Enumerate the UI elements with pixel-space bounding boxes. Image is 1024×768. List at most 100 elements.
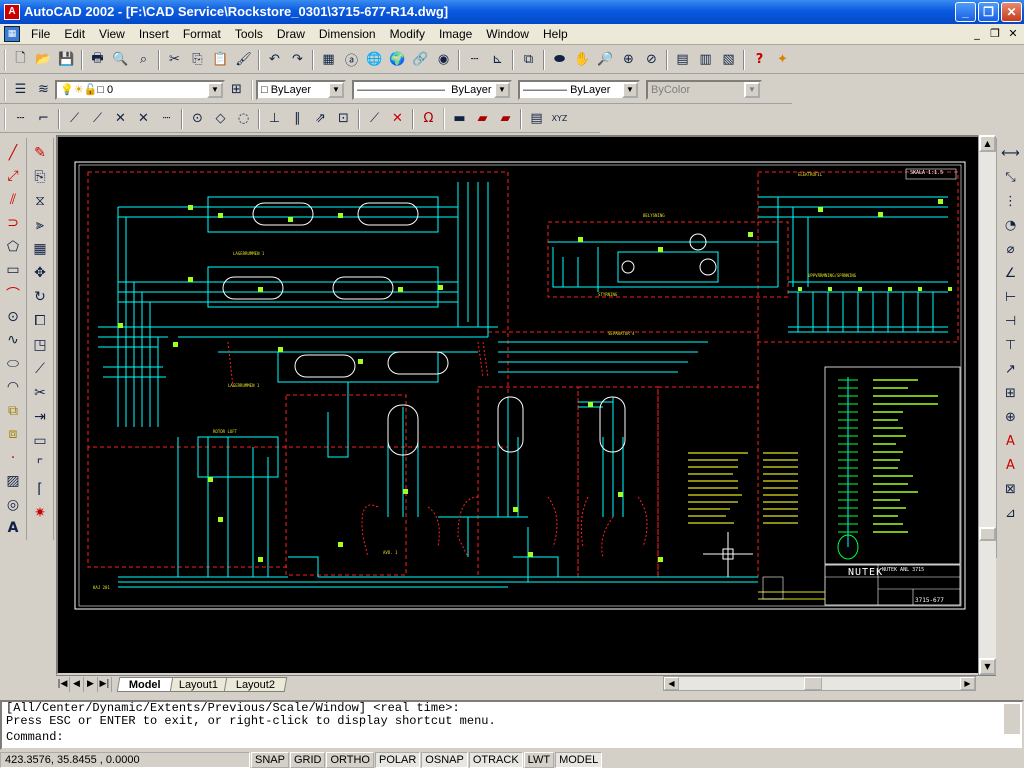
restore-button[interactable]: ❐ [978, 2, 999, 22]
menu-edit[interactable]: Edit [57, 24, 92, 45]
id-point-icon[interactable]: XYZ [548, 108, 571, 130]
stretch-icon[interactable]: ◳ [28, 333, 52, 357]
copy-icon[interactable]: ⎘ [186, 49, 209, 71]
chevron-down-icon[interactable]: ▼ [622, 81, 638, 98]
snap-insert-icon[interactable]: ⇗ [309, 108, 332, 130]
polygon-icon[interactable]: ⬠ [1, 235, 25, 258]
dim-update-icon[interactable]: ⊠ [999, 477, 1023, 501]
trim-icon[interactable]: ✂ [28, 381, 52, 405]
model-space-canvas[interactable]: NUTEK NUTEK ANL 3715 3715-677 SKALA 1:1.… [56, 135, 996, 675]
ortho-toggle[interactable]: ORTHO [326, 752, 374, 768]
snap-extension-icon[interactable]: ┈ [155, 108, 178, 130]
tab-layout1[interactable]: Layout1 [166, 676, 231, 692]
snap-intersection-icon[interactable]: ✕ [109, 108, 132, 130]
meet-now-icon[interactable]: ◉ [432, 49, 455, 71]
properties-icon[interactable]: ▤ [671, 49, 694, 71]
cut-icon[interactable]: ✂ [163, 49, 186, 71]
autocad-app-icon[interactable]: A [4, 4, 20, 20]
tab-layout2[interactable]: Layout2 [223, 676, 288, 692]
model-toggle[interactable]: MODEL [555, 752, 603, 768]
menu-window[interactable]: Window [479, 24, 536, 45]
angular-dim-icon[interactable]: ∠ [999, 261, 1023, 285]
print-icon[interactable]: 🖶 [86, 49, 109, 71]
lineweight-dropdown[interactable]: ———— ByLayer ▼ [518, 79, 640, 100]
snap-none-icon[interactable]: ✕ [386, 108, 409, 130]
horizontal-scrollbar[interactable]: ◀ ▶ [663, 676, 976, 691]
vertical-scrollbar[interactable]: ▲ ▼ [978, 135, 996, 675]
paste-icon[interactable]: 📋 [209, 49, 232, 71]
make-block-icon[interactable]: ⧈ [1, 423, 25, 446]
scroll-left-icon[interactable]: ◀ [664, 677, 679, 690]
otrack-toggle[interactable]: OTRACK [468, 752, 523, 768]
mdi-minimize-button[interactable]: _ [970, 27, 984, 41]
previous-layer-icon[interactable]: ⊞ [225, 79, 248, 101]
hyperlink-icon[interactable]: 🔗 [409, 49, 432, 71]
tracking-icon[interactable]: ┄ [463, 49, 486, 71]
polar-toggle[interactable]: POLAR [375, 752, 421, 768]
ucs-icon[interactable]: ⊾ [486, 49, 509, 71]
next-tab-icon[interactable]: ▶ [84, 676, 98, 692]
menu-file[interactable]: File [24, 24, 57, 45]
snap-quadrant-icon[interactable]: ◇ [209, 108, 232, 130]
circle-icon[interactable]: ⊙ [1, 305, 25, 328]
scroll-right-icon[interactable]: ▶ [960, 677, 975, 690]
menu-dimension[interactable]: Dimension [312, 24, 383, 45]
mdi-restore-button[interactable]: ❐ [988, 27, 1002, 41]
explode-icon[interactable]: ✷ [28, 501, 52, 525]
diameter-dim-icon[interactable]: ⌀ [999, 237, 1023, 261]
horizontal-scroll-thumb[interactable] [804, 677, 822, 690]
rotate-icon[interactable]: ↻ [28, 285, 52, 309]
open-icon[interactable]: 📂 [32, 49, 55, 71]
scale-icon[interactable]: ⧠ [28, 309, 52, 333]
mirror-icon[interactable]: ⧖ [28, 189, 52, 213]
list-icon[interactable]: ▤ [525, 108, 548, 130]
snap-endpoint-icon[interactable]: ⟋ [63, 108, 86, 130]
osnap-toggle[interactable]: OSNAP [421, 752, 468, 768]
dbconnect-icon[interactable]: ▧ [717, 49, 740, 71]
lwt-toggle[interactable]: LWT [523, 752, 555, 768]
menu-format[interactable]: Format [176, 24, 228, 45]
new-icon[interactable]: 🗋 [9, 49, 32, 71]
save-icon[interactable]: 💾 [55, 49, 78, 71]
document-icon[interactable]: ▦ [4, 26, 20, 42]
menu-view[interactable]: View [92, 24, 132, 45]
command-scrollbar[interactable] [1004, 704, 1020, 734]
multiline-text-icon[interactable]: A [1, 517, 25, 540]
linear-dim-icon[interactable]: ⟷ [999, 141, 1023, 165]
line-icon[interactable]: ╱ [1, 141, 25, 164]
menu-tools[interactable]: Tools [228, 24, 270, 45]
snap-nearest-icon[interactable]: ⟋ [363, 108, 386, 130]
menu-insert[interactable]: Insert [132, 24, 176, 45]
command-prompt[interactable]: Command: [6, 731, 1022, 744]
multiline-icon[interactable]: ⫽ [1, 188, 25, 211]
polyline-icon[interactable]: ⊃ [1, 211, 25, 234]
3d-orbit-icon[interactable]: ⬬ [548, 49, 571, 71]
chevron-down-icon[interactable]: ▼ [328, 81, 344, 98]
scroll-up-icon[interactable]: ▲ [979, 135, 996, 152]
ellipse-arc-icon[interactable]: ◠ [1, 376, 25, 399]
dim-style-icon[interactable]: ▰ [494, 108, 517, 130]
arc-icon[interactable]: ⌒ [1, 282, 25, 305]
leader-icon[interactable]: ↗ [999, 357, 1023, 381]
radius-dim-icon[interactable]: ◔ [999, 213, 1023, 237]
linetype-dropdown[interactable]: ———————— ByLayer ▼ [352, 79, 512, 100]
prev-tab-icon[interactable]: ◀ [70, 676, 84, 692]
snap-tangent-icon[interactable]: ◌ [232, 108, 255, 130]
osnap-settings-icon[interactable]: Ω [417, 108, 440, 130]
fillet-icon[interactable]: ⌈ [28, 477, 52, 501]
menu-image[interactable]: Image [432, 24, 479, 45]
print-preview-icon[interactable]: 🔍 [109, 49, 132, 71]
command-window[interactable]: [All/Center/Dynamic/Extents/Previous/Sca… [0, 700, 1024, 750]
baseline-dim-icon[interactable]: ⊣ [999, 309, 1023, 333]
grid-toggle[interactable]: GRID [289, 752, 326, 768]
mdi-close-button[interactable]: ✕ [1006, 27, 1020, 41]
array-icon[interactable]: ▦ [28, 237, 52, 261]
menu-draw[interactable]: Draw [270, 24, 312, 45]
region-icon[interactable]: ◎ [1, 493, 25, 516]
dim-text-edit-icon[interactable]: A [999, 453, 1023, 477]
chevron-down-icon[interactable]: ▼ [494, 81, 510, 98]
help-icon[interactable]: ? [748, 49, 771, 71]
snap-from-icon[interactable]: ⌐ [32, 108, 55, 130]
spline-icon[interactable]: ∿ [1, 329, 25, 352]
ordinate-dim-icon[interactable]: ⋮ [999, 189, 1023, 213]
